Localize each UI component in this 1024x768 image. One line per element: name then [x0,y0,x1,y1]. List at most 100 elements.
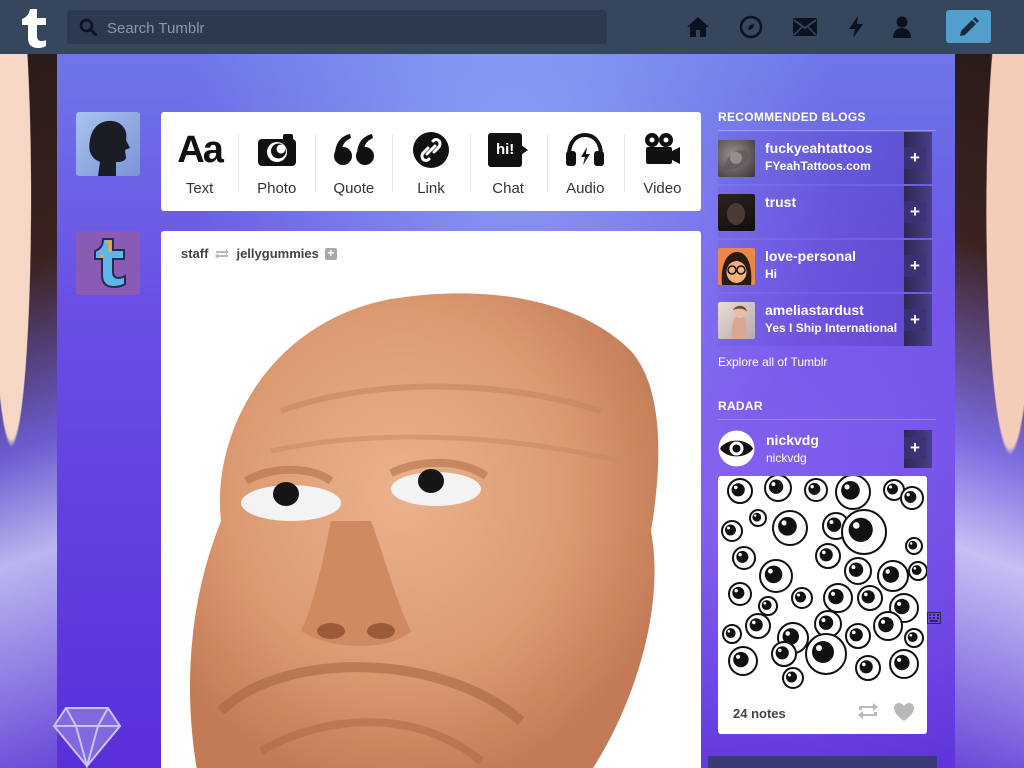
eye-pupil [732,586,745,599]
radar-eyes-image[interactable] [718,476,927,691]
eye-pupil [812,641,834,663]
explore-icon[interactable] [738,14,764,40]
inbox-icon[interactable] [792,14,818,40]
eye-pupil [731,483,745,497]
eye-highlight [727,526,730,530]
divider [718,130,936,131]
pencil-icon [959,16,979,36]
post-type-video[interactable]: Video [623,112,701,211]
eye-pupil [894,654,910,671]
eye-highlight [862,662,866,667]
eye-highlight [768,568,773,574]
link-icon [412,132,449,168]
blog-name: love-personal [765,248,857,264]
eye-pupil [808,482,821,495]
follow-blog-button[interactable]: + [904,255,926,277]
eye-pupil [849,628,863,642]
eye-pupil [841,480,860,500]
eye-highlight [831,591,836,596]
eye-pupil [752,512,762,522]
eye-pupil [859,660,873,674]
blog-avatar [718,140,755,177]
post-type-label: Quote [333,180,375,197]
eye-highlight [736,654,741,659]
explore-all-link[interactable]: Explore all of Tumblr [718,355,827,369]
eye-pupil [795,591,806,603]
post-photo[interactable] [161,291,701,768]
account-icon[interactable] [889,14,915,40]
post-author-link[interactable]: staff [181,246,208,261]
eye-pupil [911,565,922,576]
blog-name: ameliastardust [765,302,864,318]
eye-highlight [889,485,892,489]
eye-pupil [768,479,784,494]
dashboard-post: staff jellygummies + [161,231,701,768]
eye-highlight [910,542,913,545]
eye-highlight [771,482,776,487]
user-avatar[interactable] [76,112,140,176]
eye-highlight [853,522,860,529]
recommended-blog[interactable]: fuckyeahtattoos FYeahTattoos.com [718,132,904,184]
silhouette-avatar-image [89,120,130,176]
search-icon [79,18,97,36]
post-type-link[interactable]: Link [392,112,469,211]
blog-avatar [718,248,755,285]
eye-highlight [734,589,738,593]
post-type-text[interactable]: Aa Text [161,112,238,211]
blog-title: FYeahTattoos.com [765,159,871,173]
eye-highlight [909,633,913,637]
post-type-label: Chat [492,180,524,197]
radar-blog-title: nickvdg [766,451,807,465]
eye-highlight [881,619,886,624]
video-camera-icon [645,133,681,164]
radar-post: 24 notes [718,476,927,734]
post-type-photo[interactable]: Photo [238,112,315,211]
tumblr-staff-logo-image [94,238,126,289]
eye-pupil [907,632,918,643]
eye-highlight [727,629,731,633]
eye-pupil [878,616,894,633]
eye-highlight [797,593,800,597]
recommended-blog[interactable]: ameliastardust Yes I Ship International [718,294,904,346]
eye-highlight [752,620,756,625]
blog-name: trust [765,194,797,210]
eye-highlight [785,631,790,636]
staff-avatar[interactable] [76,231,140,295]
search-bar[interactable] [67,10,607,46]
post-type-bar: Aa Text Photo Quote Link hi! Chat Audio … [161,112,701,211]
eye-pupil [733,651,749,668]
tumblr-logo-icon[interactable] [14,6,54,48]
eye-pupil [848,517,873,542]
compose-button[interactable] [946,10,991,43]
follow-radar-button[interactable]: + [904,437,926,459]
post-type-audio[interactable]: Audio [546,112,624,211]
post-type-chat[interactable]: hi! Chat [469,112,547,211]
like-heart-icon[interactable] [893,702,915,722]
keyboard-shortcuts-icon[interactable] [927,612,941,624]
home-icon[interactable] [685,14,711,40]
eye-pupil [786,671,797,683]
eye-highlight [734,485,738,490]
blog-avatar [718,302,755,339]
reblog-icon[interactable] [857,702,879,720]
recommended-blog[interactable]: love-personal Hi [718,240,904,292]
follow-button[interactable]: + [324,247,337,260]
reblogged-from-link[interactable]: jellygummies [236,246,318,261]
eye-highlight [816,645,822,651]
post-type-label: Text [185,180,214,197]
radar-notes-count[interactable]: 24 notes [733,706,786,721]
follow-blog-button[interactable]: + [904,309,926,331]
eye-highlight [821,618,826,623]
eye-pupil [736,550,749,563]
radar-blog[interactable]: nickvdg nickvdg [718,428,904,468]
search-input[interactable] [105,10,599,46]
chat-icon: hi! [488,133,529,167]
eye-highlight [844,484,850,490]
recommended-blog[interactable]: trust [718,186,904,238]
eye-highlight [754,514,757,517]
activity-icon[interactable] [843,14,869,40]
follow-blog-button[interactable]: + [904,147,926,169]
follow-blog-button[interactable]: + [904,201,926,223]
text-icon: Aa [177,129,224,171]
post-type-quote[interactable]: Quote [315,112,392,211]
